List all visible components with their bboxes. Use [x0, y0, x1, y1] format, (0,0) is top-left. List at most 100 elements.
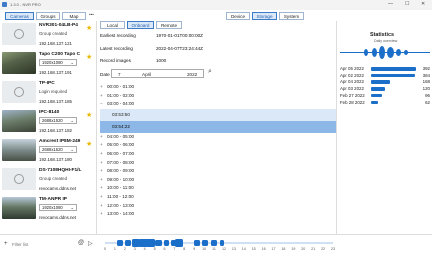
at-icon[interactable]: @ [78, 240, 84, 246]
statistics-date: Apr 04 2022 [340, 79, 364, 85]
statistics-count: 120 [422, 86, 430, 92]
record-images-value: 1000 [156, 58, 167, 63]
date-label: Date [100, 72, 110, 77]
statistics-date: Feb 27 2022 [340, 92, 365, 98]
timeline-hour-label: 1 [113, 247, 116, 251]
expand-icon[interactable]: + [100, 133, 107, 142]
camera-item[interactable]: NVR301-04LB-P4 Group created 192.168.137… [0, 21, 96, 49]
close-button[interactable]: ✕ [421, 1, 425, 7]
resolution-select[interactable]: 2688x1520 ⌄ [39, 117, 77, 124]
statistics-date: Feb 28 2022 [340, 99, 365, 105]
tab-map[interactable]: Map [62, 12, 86, 20]
date-day[interactable]: 7 [118, 72, 121, 77]
minimize-button[interactable]: — [388, 1, 393, 7]
camera-name: Tapo C200 Tapo C [39, 52, 81, 57]
tab-storage[interactable]: Storage [252, 12, 277, 20]
camera-address: 192.168.137.180 [39, 157, 72, 162]
hour-node[interactable]: +11:00 - 12:00 [100, 193, 336, 202]
filter-input[interactable] [12, 240, 72, 248]
timeline-hour-label: 21 [311, 247, 316, 251]
camera-name: DS-7108HQHI-F1/L [39, 168, 82, 173]
resolution-value: 1920x1080 [42, 205, 63, 210]
hour-node[interactable]: +12:00 - 13:00 [100, 202, 336, 211]
tab-groups[interactable]: Groups [36, 12, 60, 20]
expand-icon[interactable]: + [100, 184, 107, 193]
add-icon[interactable]: + [4, 241, 8, 247]
resolution-value: 1920x1080 [42, 60, 63, 65]
timeline-hour-label: 7 [173, 247, 176, 251]
tab-local[interactable]: Local [100, 21, 125, 29]
hour-node[interactable]: +06:00 - 07:00 [100, 150, 336, 159]
tab-remote[interactable]: Remote [156, 21, 182, 29]
date-month[interactable]: April [142, 72, 151, 77]
hour-node[interactable]: +07:00 - 08:00 [100, 159, 336, 168]
tree-row-label: 09:00 - 10:00 [107, 176, 135, 182]
expand-icon[interactable]: + [100, 202, 107, 211]
timeline-activity-mark [155, 239, 162, 247]
expand-icon[interactable]: + [100, 167, 107, 176]
camera-item[interactable]: TP-IPC Login required 192.168.137.185 [0, 79, 96, 107]
hour-node[interactable]: +13:00 - 14:00 [100, 210, 336, 219]
camera-item[interactable]: IPC-8140 2688x1520 ⌄ 192.168.137.182 ★ [0, 108, 96, 136]
camera-address: revocams.ddns.net [39, 215, 77, 220]
collapse-icon[interactable]: − [100, 100, 107, 109]
recording-item[interactable]: 03:54:22 [100, 120, 336, 133]
tab-device[interactable]: Device [226, 12, 250, 20]
expand-icon[interactable]: + [100, 150, 107, 159]
timeline-hour-label: 22 [321, 247, 326, 251]
tree-row-label: 03:54:22 [112, 123, 130, 129]
tab-onboard[interactable]: Onboard [127, 21, 154, 29]
recording-item[interactable]: 03:53:50 [100, 108, 336, 121]
timeline-activity-mark [194, 240, 200, 246]
expand-icon[interactable]: + [100, 141, 107, 150]
favorite-star-icon[interactable]: ★ [86, 140, 92, 148]
camera-item[interactable]: Amcrest IP8M-249 2688x1520 ⌄ 192.168.137.… [0, 137, 96, 165]
resolution-select[interactable]: 2688x1520 ⌄ [39, 146, 77, 153]
expand-icon[interactable]: + [100, 92, 107, 101]
tree-row-label: 08:00 - 09:00 [107, 168, 135, 174]
timeline-hour-label: 18 [281, 247, 286, 251]
hour-node[interactable]: +08:00 - 09:00 [100, 167, 336, 176]
timeline-hour-label: 5 [153, 247, 156, 251]
hour-node[interactable]: +00:00 - 01:00 [100, 83, 336, 92]
expand-icon[interactable]: + [100, 176, 107, 185]
expand-icon[interactable]: + [100, 210, 107, 219]
favorite-star-icon[interactable]: ★ [86, 111, 92, 119]
resolution-select[interactable]: 1920x1080 ⌄ [39, 59, 77, 66]
hour-node[interactable]: +01:00 - 02:00 [100, 92, 336, 101]
timeline-hour-label: 16 [261, 247, 266, 251]
timeline-hour-label: 20 [301, 247, 306, 251]
hour-node[interactable]: +04:00 - 05:00 [100, 133, 336, 142]
camera-address: 192.168.137.121 [39, 41, 72, 46]
hour-node[interactable]: −03:00 - 04:00 [100, 100, 336, 109]
favorite-star-icon[interactable]: ★ [86, 53, 92, 61]
camera-address: 192.168.137.191 [39, 70, 72, 75]
statistics-date: Apr 05 2022 [340, 66, 364, 71]
more-tabs-button[interactable]: ••• [89, 12, 94, 17]
hour-node[interactable]: +10:00 - 11:00 [100, 184, 336, 193]
timeline-activity-mark [117, 240, 123, 246]
expand-icon[interactable]: + [100, 83, 107, 92]
tab-cameras[interactable]: Cameras [5, 12, 34, 20]
expand-icon[interactable]: + [100, 159, 107, 168]
statistics-date: Apr 02 2022 [340, 72, 364, 78]
camera-item[interactable]: Tapo C200 Tapo C 1920x1080 ⌄ 192.168.137.… [0, 50, 96, 78]
search-icon[interactable]: ⌕ [208, 68, 212, 76]
hour-node[interactable]: +05:00 - 06:00 [100, 141, 336, 150]
date-picker[interactable]: 7 April 2022 [111, 69, 204, 78]
tab-system[interactable]: System [279, 12, 304, 20]
camera-item[interactable]: DS-7108HQHI-F1/L Group created revocams.… [0, 166, 96, 194]
maximize-button[interactable]: ☐ [405, 1, 409, 7]
timeline[interactable]: 0 1 2 3 4 5 6 7 8 9 10 11 12 13 14 15 16 17 18 19 20 21 22 23 [97, 234, 432, 253]
timeline-handle[interactable] [175, 239, 184, 247]
camera-item[interactable]: TM-ANPR IP 1920x1080 ⌄ revocams.ddns.net [0, 195, 96, 223]
resolution-select[interactable]: 1920x1080 ⌄ [39, 204, 77, 211]
favorite-star-icon[interactable]: ★ [86, 24, 92, 32]
date-year[interactable]: 2022 [187, 72, 197, 77]
expand-icon[interactable]: + [100, 193, 107, 202]
timeline-hour-label: 9 [193, 247, 196, 251]
camera-name: TM-ANPR IP [39, 197, 67, 202]
play-icon[interactable]: ▷ [88, 240, 93, 247]
camera-status: Group created [39, 176, 68, 181]
hour-node[interactable]: +09:00 - 10:00 [100, 176, 336, 185]
